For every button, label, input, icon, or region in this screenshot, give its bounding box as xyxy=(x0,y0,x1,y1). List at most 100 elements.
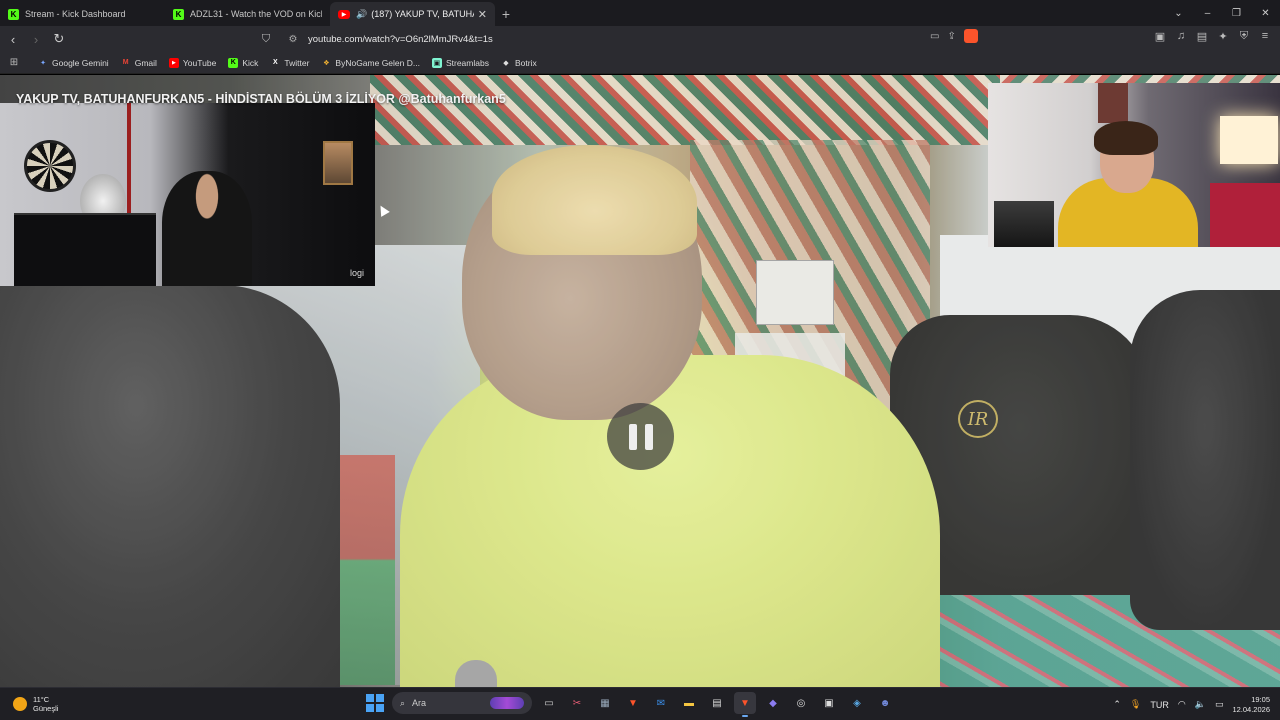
video-title: YAKUP TV, BATUHANFURKAN5 - HİNDİSTAN BÖL… xyxy=(16,92,506,106)
reload-button[interactable]: ↻ xyxy=(49,28,69,50)
task-view-icon[interactable]: ▭ xyxy=(538,692,560,714)
dartboard xyxy=(24,140,76,192)
new-tab-button[interactable]: + xyxy=(495,2,517,26)
window-controls: ⌄ – ❐ ✕ xyxy=(1164,0,1280,26)
bookmark-bynogame[interactable]: ❖ ByNoGame Gelen D... xyxy=(321,58,420,68)
leo-ai-icon[interactable]: ✦ xyxy=(1216,30,1230,43)
wallet-icon[interactable]: ▤ xyxy=(1195,30,1209,43)
bookmarks-bar: ⊞ ✦ Google Gemini M Gmail ▶ YouTube K Ki… xyxy=(0,52,1280,74)
shelf xyxy=(1210,183,1280,247)
windows-start-icon[interactable] xyxy=(364,692,386,714)
app-icon[interactable]: ◈ xyxy=(846,692,868,714)
search-highlight-icon xyxy=(490,697,524,709)
close-tab-icon[interactable]: ✕ xyxy=(478,8,487,21)
tab-title: (187) YAKUP TV, BATUHANFU xyxy=(371,9,474,19)
bookmark-label: Twitter xyxy=(284,57,310,68)
wifi-icon[interactable]: ◠ xyxy=(1178,699,1186,710)
gmail-icon: M xyxy=(122,59,129,66)
bynogame-icon: ❖ xyxy=(323,59,330,67)
brave-icon[interactable]: ▼ xyxy=(622,692,644,714)
bookmark-streamlabs[interactable]: ▣ Streamlabs xyxy=(431,57,489,68)
system-tray: ⌃ 🎙 TUR ◠ 🔈 ▭ 19:05 12.04.2026 xyxy=(1113,688,1280,720)
media-icon[interactable]: ♫ xyxy=(1174,30,1188,43)
discord-icon[interactable]: ☻ xyxy=(874,692,896,714)
apps-grid-icon[interactable]: ⊞ xyxy=(2,57,26,68)
webcam-overlay-right xyxy=(988,83,1280,247)
webcam-overlay-left: logi xyxy=(0,103,375,286)
webcam-brand-label: logi xyxy=(349,268,364,278)
url-text: youtube.com/watch?v=O6n2lMmJRv4&t=1s xyxy=(308,33,493,45)
weather-desc: Güneşli xyxy=(33,704,59,713)
bookmark-label: ByNoGame Gelen D... xyxy=(335,57,420,68)
brave-shield-icon[interactable] xyxy=(963,29,978,43)
forward-button[interactable]: › xyxy=(26,28,46,50)
gemini-icon: ✦ xyxy=(40,59,46,67)
pause-icon[interactable] xyxy=(607,403,674,470)
minimize-button[interactable]: – xyxy=(1193,0,1222,26)
vpn-icon[interactable]: ⛨ xyxy=(1237,30,1251,43)
mail-icon[interactable]: ✉ xyxy=(650,692,672,714)
speaker-icon[interactable]: 🔊 xyxy=(356,9,367,20)
tab-strip: K Stream - Kick Dashboard K ADZL31 - Wat… xyxy=(0,0,1280,26)
browser-toolbar: ‹ › ↻ ⛉ ⚙ youtube.com/watch?v=O6n2lMmJRv… xyxy=(0,26,1280,52)
search-placeholder: Ara xyxy=(412,698,427,708)
chevron-up-icon[interactable]: ⌃ xyxy=(1113,699,1121,710)
bookmark-google-gemini[interactable]: ✦ Google Gemini xyxy=(38,58,109,68)
battery-icon[interactable]: ▭ xyxy=(1215,699,1224,710)
bookmark-youtube[interactable]: ▶ YouTube xyxy=(168,57,217,68)
bookmark-gmail[interactable]: M Gmail xyxy=(121,58,157,68)
bookmark-botrix[interactable]: ◆ Botrix xyxy=(501,57,537,68)
bookmark-label: Gmail xyxy=(134,57,157,68)
share-icon[interactable]: ⇪ xyxy=(947,31,955,42)
close-window-button[interactable]: ✕ xyxy=(1251,0,1280,26)
app-icon[interactable]: ◆ xyxy=(762,692,784,714)
site-info-icon[interactable]: ⚙ xyxy=(282,34,304,45)
streamlabs-icon: ▣ xyxy=(431,57,442,68)
bookmark-label: YouTube xyxy=(182,57,217,68)
clock-time: 19:05 xyxy=(1251,694,1270,704)
store-icon[interactable]: ▤ xyxy=(706,692,728,714)
wall-picture xyxy=(1098,83,1128,123)
tab-search-chevron-icon[interactable]: ⌄ xyxy=(1164,0,1193,26)
snipping-tool-icon[interactable]: ✂ xyxy=(566,692,588,714)
figure xyxy=(994,201,1054,247)
video-player[interactable]: IR logi YAKUP TV, BATUHANFURKAN5 - HİNDİ… xyxy=(0,75,1280,687)
tab-title: ADZL31 - Watch the VOD on Kick xyxy=(190,9,322,19)
pause-bar xyxy=(628,423,637,450)
wall-stripe xyxy=(127,103,131,218)
weather-widget[interactable]: 11°C Güneşli xyxy=(13,695,58,713)
volume-icon[interactable]: 🔈 xyxy=(1195,699,1206,710)
obs-icon[interactable]: ◎ xyxy=(790,692,812,714)
bookmark-twitter[interactable]: X Twitter xyxy=(270,58,309,68)
bookmark-icon[interactable]: ⛉ xyxy=(256,33,276,46)
weather-temp: 11°C xyxy=(33,695,50,704)
taskbar-search[interactable]: ⌕ Ara xyxy=(392,692,532,714)
back-button[interactable]: ‹ xyxy=(3,28,23,50)
tab-kick-vod[interactable]: K ADZL31 - Watch the VOD on Kick xyxy=(165,2,330,26)
bookmark-label: Kick xyxy=(242,57,259,68)
sun-icon xyxy=(13,697,27,711)
bookmark-kick[interactable]: K Kick xyxy=(228,57,259,68)
kick-icon: K xyxy=(228,57,239,68)
clock[interactable]: 19:05 12.04.2026 xyxy=(1232,695,1270,715)
bookmark-label: Google Gemini xyxy=(52,57,109,68)
brave-active-icon[interactable]: ▼ xyxy=(734,692,756,717)
bookmark-label: Botrix xyxy=(514,57,537,68)
epic-games-icon[interactable]: ▣ xyxy=(818,692,840,714)
youtube-icon: ▶ xyxy=(168,57,179,68)
tab-youtube-video[interactable]: ▶ 🔊 (187) YAKUP TV, BATUHANFU ✕ xyxy=(330,2,495,26)
calculator-icon[interactable]: ▦ xyxy=(594,692,616,714)
sidebar-icon[interactable]: ▣ xyxy=(1153,30,1167,43)
kick-icon: K xyxy=(173,8,184,20)
cast-icon[interactable]: ▭ xyxy=(930,31,939,42)
tab-kick-dashboard[interactable]: K Stream - Kick Dashboard xyxy=(0,2,165,26)
file-explorer-icon[interactable]: ▬ xyxy=(678,692,700,714)
weather-text: 11°C Güneşli xyxy=(33,695,58,713)
microphone-icon[interactable]: 🎙 xyxy=(1130,699,1141,710)
wall-frame xyxy=(323,141,353,185)
botrix-icon: ◆ xyxy=(503,59,509,67)
restore-button[interactable]: ❐ xyxy=(1222,0,1251,26)
address-bar[interactable]: ⛉ ⚙ youtube.com/watch?v=O6n2lMmJRv4&t=1s xyxy=(256,29,1000,49)
menu-icon[interactable]: ≡ xyxy=(1258,30,1272,43)
language-indicator[interactable]: TUR xyxy=(1150,700,1169,710)
